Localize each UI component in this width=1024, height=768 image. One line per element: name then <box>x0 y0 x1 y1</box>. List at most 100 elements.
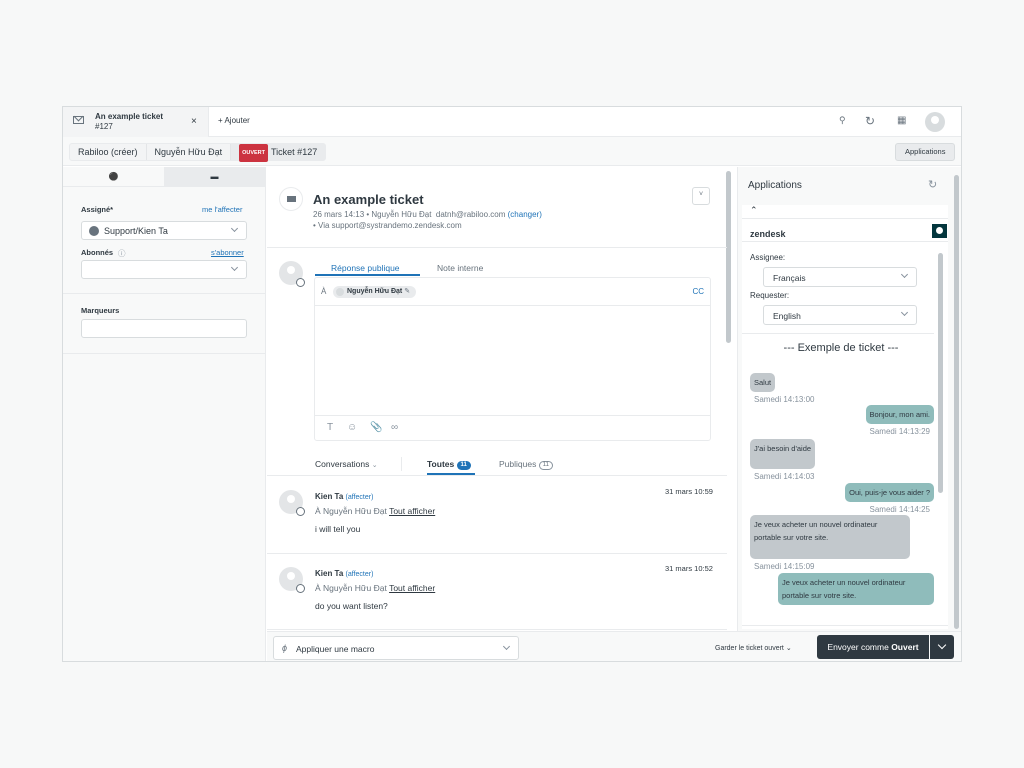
assign-link[interactable]: (affecter) <box>346 571 374 578</box>
ticket-conversation-pane: An example ticket 26 mars 14:13 • Nguyễn… <box>267 167 737 631</box>
chevron-down-icon: ⌄ <box>371 462 378 469</box>
assignee-language-value: Français <box>773 273 806 283</box>
cc-button[interactable]: CC <box>692 287 704 296</box>
emoji-icon[interactable]: ☺ <box>347 422 357 433</box>
chevron-down-icon <box>900 270 909 279</box>
divider <box>742 241 948 242</box>
show-all-link[interactable]: Tout afficher <box>389 583 435 593</box>
message-author: Kien Ta (affecter) <box>315 569 373 578</box>
change-requester-link[interactable]: (changer) <box>508 210 542 219</box>
chevron-down-icon <box>900 308 909 317</box>
chevron-down-icon: ⌄ <box>785 645 792 652</box>
user-tab[interactable]: ⚫ <box>63 167 164 186</box>
assign-link[interactable]: (affecter) <box>346 494 374 501</box>
apps-grid-icon[interactable]: ▦ <box>897 115 906 126</box>
macro-placeholder: Appliquer une macro <box>296 644 375 654</box>
breadcrumb-ticket[interactable]: OUVERT Ticket #127 <box>231 144 326 162</box>
text-format-icon[interactable]: T <box>327 422 333 433</box>
subscribe-link[interactable]: s'abonner <box>211 248 244 257</box>
chat-bubble-in: Salut <box>750 373 776 392</box>
chevron-down-icon <box>230 263 239 272</box>
applications-button[interactable]: Applications <box>895 143 956 161</box>
divider <box>401 457 402 471</box>
assign-me-link[interactable]: me l'affecter <box>202 205 242 214</box>
refresh-icon[interactable]: ↻ <box>928 178 937 191</box>
assignee-label: Assigné* <box>81 205 114 214</box>
recipient-text: À Nguyễn Hữu Đạt <box>315 583 387 593</box>
assignee-select[interactable]: Support/Kien Ta <box>81 221 247 240</box>
followers-select[interactable] <box>81 260 247 279</box>
collapse-icon[interactable]: ⌃ <box>750 205 758 216</box>
agent-avatar <box>279 261 305 287</box>
assignee-language-select[interactable]: Français <box>763 267 917 287</box>
editor-toolbar: T ☺ 📎 ∞ <box>315 415 710 441</box>
reply-editor: À Nguyễn Hữu Đạt ✎ CC T ☺ 📎 ∞ <box>314 277 711 441</box>
divider <box>267 247 727 248</box>
panel-scrollbar[interactable] <box>954 175 959 629</box>
recipient-chip[interactable]: Nguyễn Hữu Đạt ✎ <box>333 286 417 298</box>
info-icon: ⓘ <box>118 249 126 258</box>
tab-indicator <box>315 274 420 276</box>
email-channel-icon <box>279 187 303 211</box>
search-icon[interactable]: ⚲ <box>839 115 846 126</box>
submit-options-button[interactable] <box>930 635 954 659</box>
scrollbar[interactable] <box>726 171 731 343</box>
chat-time: Samedi 14:15:09 <box>754 562 815 571</box>
status-badge: OUVERT <box>239 144 269 162</box>
recipient-text: À Nguyễn Hữu Đạt <box>315 506 387 516</box>
tab-label: Toutes <box>427 459 455 469</box>
count-badge: 11 <box>456 461 471 470</box>
refresh-icon[interactable]: ↻ <box>865 114 875 128</box>
edit-pencil-icon[interactable]: ✎ <box>404 288 410 295</box>
add-tab-button[interactable]: + Ajouter <box>218 116 250 125</box>
assignee-value: Support/Kien Ta <box>104 226 168 236</box>
divider <box>742 218 948 219</box>
ticket-title: An example ticket <box>313 192 424 207</box>
tab-internal-note[interactable]: Note interne <box>437 263 483 273</box>
tags-input[interactable] <box>81 319 247 338</box>
ticket-tab[interactable]: An example ticket #127 × <box>63 107 209 137</box>
user-avatar[interactable] <box>925 112 945 132</box>
divider <box>742 333 934 334</box>
chat-time: Samedi 14:13:29 <box>869 427 931 436</box>
submit-status: Ouvert <box>891 642 919 652</box>
message-recipient: À Nguyễn Hữu Đạt Tout afficher <box>315 583 435 593</box>
tab-public-reply[interactable]: Réponse publique <box>331 263 400 273</box>
attachment-icon[interactable]: 📎 <box>370 422 382 433</box>
chat-time: Samedi 14:13:00 <box>754 395 815 404</box>
ticket-date: 26 mars 14:13 <box>313 210 365 219</box>
conversations-filter[interactable]: Conversations ⌄ <box>315 459 378 469</box>
chat-time: Samedi 14:14:25 <box>869 505 931 514</box>
tab-public-conversations[interactable]: Publiques 11 <box>499 459 553 470</box>
app-card: ⌃ zendesk Assignee: Français Requester: … <box>742 205 948 629</box>
agent-avatar-icon <box>89 226 99 236</box>
link-icon[interactable]: ∞ <box>391 422 398 433</box>
divider <box>63 353 266 354</box>
ticket-via: • Via support@systrandemo.zendesk.com <box>313 221 462 230</box>
tab-all-conversations[interactable]: Toutes 11 <box>427 459 471 470</box>
submit-button[interactable]: Envoyer comme Ouvert <box>817 635 929 659</box>
apply-macro-select[interactable]: ϕ Appliquer une macro <box>273 636 519 660</box>
ticket-options-button[interactable]: ˅ <box>692 187 710 205</box>
conversations-filter-label: Conversations <box>315 459 370 469</box>
divider <box>267 629 727 630</box>
reply-textarea[interactable] <box>315 306 710 414</box>
breadcrumb-organization[interactable]: Rabiloo (créer) <box>70 144 147 160</box>
chat-bubble-out: Bonjour, mon ami. <box>865 405 934 424</box>
apps-title: Applications <box>748 180 802 191</box>
message-recipient: À Nguyễn Hữu Đạt Tout afficher <box>315 506 435 516</box>
breadcrumb-requester[interactable]: Nguyễn Hữu Đạt <box>147 144 232 160</box>
message-body: i will tell you <box>315 524 361 534</box>
breadcrumb-bar: Rabiloo (créer) Nguyễn Hữu Đạt OUVERT Tic… <box>63 137 961 166</box>
requester-language-select[interactable]: English <box>763 305 917 325</box>
keep-status-select[interactable]: Garder le ticket ouvert ⌄ <box>715 644 792 652</box>
show-all-link[interactable]: Tout afficher <box>389 506 435 516</box>
user-icon: ⚫ <box>108 172 119 181</box>
chevron-down-icon <box>230 224 239 233</box>
close-tab-icon[interactable]: × <box>191 116 197 127</box>
ticket-requester: Nguyễn Hữu Đạt <box>371 210 432 219</box>
chevron-down-icon <box>502 642 511 651</box>
ticket-tab-details[interactable]: ▬ <box>164 167 265 186</box>
app-scrollbar[interactable] <box>938 253 943 493</box>
divider <box>742 625 948 626</box>
